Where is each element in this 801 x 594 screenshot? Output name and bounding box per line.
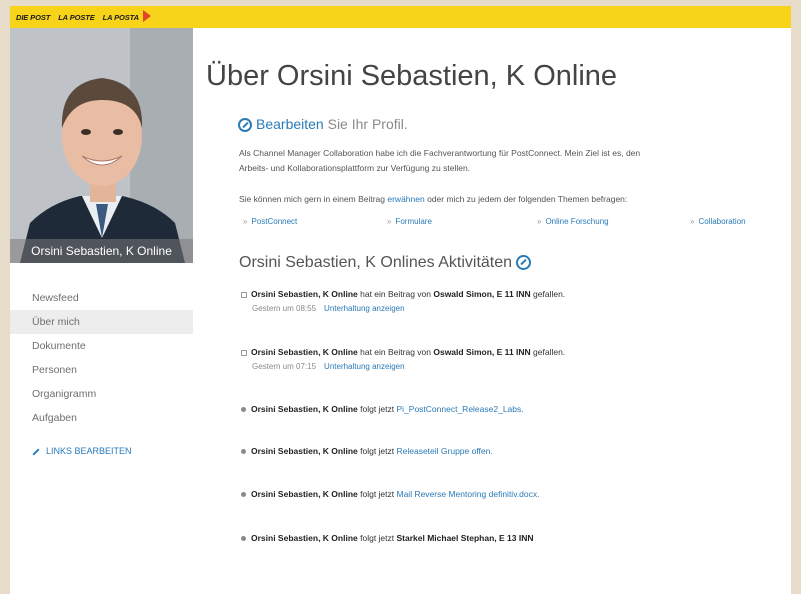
tag-collaboration[interactable]: Collaboration xyxy=(690,217,745,226)
activity-item: Orsini Sebastien, K Online folgt jetzt R… xyxy=(241,446,493,456)
activity-followed-link[interactable]: Pi_PostConnect_Release2_Labs. xyxy=(397,404,524,414)
about-line-1: Als Channel Manager Collaboration habe i… xyxy=(239,148,641,158)
topic-tags: PostConnect Formulare Online Forschung C… xyxy=(239,217,791,229)
follow-icon xyxy=(241,449,246,455)
activity-object[interactable]: Oswald Simon, E 11 INN xyxy=(433,289,530,299)
edit-profile-row: Bearbeiten Sie Ihr Profil. xyxy=(238,116,408,133)
activity-actor[interactable]: Orsini Sebastien, K Online xyxy=(251,404,358,414)
brand-la-posta: LA POSTA xyxy=(102,12,139,22)
brand-la-poste: LA POSTE xyxy=(58,12,95,22)
activity-item: Orsini Sebastien, K Online hat ein Beitr… xyxy=(241,289,565,299)
show-conversation-link[interactable]: Unterhaltung anzeigen xyxy=(324,362,405,371)
show-conversation-link[interactable]: Unterhaltung anzeigen xyxy=(324,304,405,313)
activities-heading-text: Orsini Sebastien, K Onlines Aktivitäten xyxy=(239,254,513,271)
activity-actor[interactable]: Orsini Sebastien, K Online xyxy=(251,347,358,357)
activity-meta: Gestern um 07:15 Unterhaltung anzeigen xyxy=(252,362,405,371)
activity-suffix: gefallen. xyxy=(530,347,566,357)
activity-object[interactable]: Oswald Simon, E 11 INN xyxy=(433,347,530,357)
activity-followed-person[interactable]: Starkel Michael Stephan, E 13 INN xyxy=(397,533,534,543)
activity-actor[interactable]: Orsini Sebastien, K Online xyxy=(251,533,358,543)
activities-edit-icon[interactable] xyxy=(516,255,532,271)
activity-item: Orsini Sebastien, K Online folgt jetzt P… xyxy=(241,404,524,414)
nav-item-aufgaben[interactable]: Aufgaben xyxy=(10,406,193,430)
tag-online-forschung[interactable]: Online Forschung xyxy=(537,217,608,226)
profile-portrait-image xyxy=(10,28,193,263)
profile-photo: Orsini Sebastien, K Online xyxy=(10,28,193,263)
edit-circle-icon[interactable] xyxy=(238,118,252,133)
edit-profile-link[interactable]: Bearbeiten xyxy=(256,116,324,132)
tag-postconnect[interactable]: PostConnect xyxy=(243,217,297,226)
activities-heading: Orsini Sebastien, K Onlines Aktivitäten xyxy=(239,254,535,272)
activity-verb: hat ein Beitrag von xyxy=(357,289,434,299)
activity-followed-link[interactable]: Mail Reverse Mentoring definitiv.docx. xyxy=(397,489,540,499)
activity-suffix: gefallen. xyxy=(530,289,566,299)
activity-followed-link[interactable]: Releaseteil Gruppe offen. xyxy=(397,446,493,456)
nav-item-organigramm[interactable]: Organigramm xyxy=(10,382,193,406)
post-chevron-icon xyxy=(142,10,151,22)
like-icon xyxy=(241,291,247,298)
about-text: Als Channel Manager Collaboration habe i… xyxy=(239,146,791,176)
post-logo[interactable]: DIE POST LA POSTE LA POSTA xyxy=(16,10,157,24)
mention-text: Sie können mich gern in einem Beitrag er… xyxy=(239,192,791,207)
pencil-icon xyxy=(32,448,40,456)
brand-die-post: DIE POST xyxy=(16,12,51,22)
mention-pre: Sie können mich gern in einem Beitrag xyxy=(239,194,388,204)
follow-icon xyxy=(241,492,246,498)
activity-time: Gestern um 07:15 xyxy=(252,362,317,371)
follow-icon xyxy=(241,536,246,542)
activity-verb: folgt jetzt xyxy=(357,489,397,499)
activity-verb: folgt jetzt xyxy=(357,404,397,414)
about-line-2: Arbeits- und Kollaborationsplattform zur… xyxy=(239,163,471,173)
tag-formulare[interactable]: Formulare xyxy=(387,217,431,226)
edit-links-label: LINKS BEARBEITEN xyxy=(46,446,132,456)
activity-verb: folgt jetzt xyxy=(357,446,397,456)
activity-actor[interactable]: Orsini Sebastien, K Online xyxy=(251,446,358,456)
mention-post: oder mich zu jedem der folgenden Themen … xyxy=(424,194,628,204)
nav-item-dokumente[interactable]: Dokumente xyxy=(10,334,193,358)
activity-time: Gestern um 08:55 xyxy=(252,304,317,313)
activity-item: Orsini Sebastien, K Online folgt jetzt M… xyxy=(241,489,540,499)
edit-links-button[interactable]: LINKS BEARBEITEN xyxy=(10,444,193,458)
edit-profile-text: Sie Ihr Profil. xyxy=(323,116,408,132)
activity-item: Orsini Sebastien, K Online folgt jetzt S… xyxy=(241,533,534,543)
nav-item-personen[interactable]: Personen xyxy=(10,358,193,382)
like-icon xyxy=(241,349,247,356)
activity-actor[interactable]: Orsini Sebastien, K Online xyxy=(251,489,358,499)
left-nav: Newsfeed Über mich Dokumente Personen Or… xyxy=(10,286,193,458)
nav-item-newsfeed[interactable]: Newsfeed xyxy=(10,286,193,310)
activity-meta: Gestern um 08:55 Unterhaltung anzeigen xyxy=(252,304,405,313)
mention-link[interactable]: erwähnen xyxy=(387,194,424,204)
follow-icon xyxy=(241,407,246,413)
page-title: Über Orsini Sebastien, K Online xyxy=(206,60,618,92)
activity-verb: hat ein Beitrag von xyxy=(357,347,434,357)
activity-verb: folgt jetzt xyxy=(357,533,397,543)
nav-item-ueber-mich[interactable]: Über mich xyxy=(10,310,193,334)
top-bar: DIE POST LA POSTE LA POSTA xyxy=(10,6,791,28)
activity-actor[interactable]: Orsini Sebastien, K Online xyxy=(251,289,358,299)
activity-item: Orsini Sebastien, K Online hat ein Beitr… xyxy=(241,347,565,357)
profile-name-caption: Orsini Sebastien, K Online xyxy=(10,239,193,263)
page-frame: DIE POST LA POSTE LA POSTA Orsini Sebast… xyxy=(10,6,791,594)
